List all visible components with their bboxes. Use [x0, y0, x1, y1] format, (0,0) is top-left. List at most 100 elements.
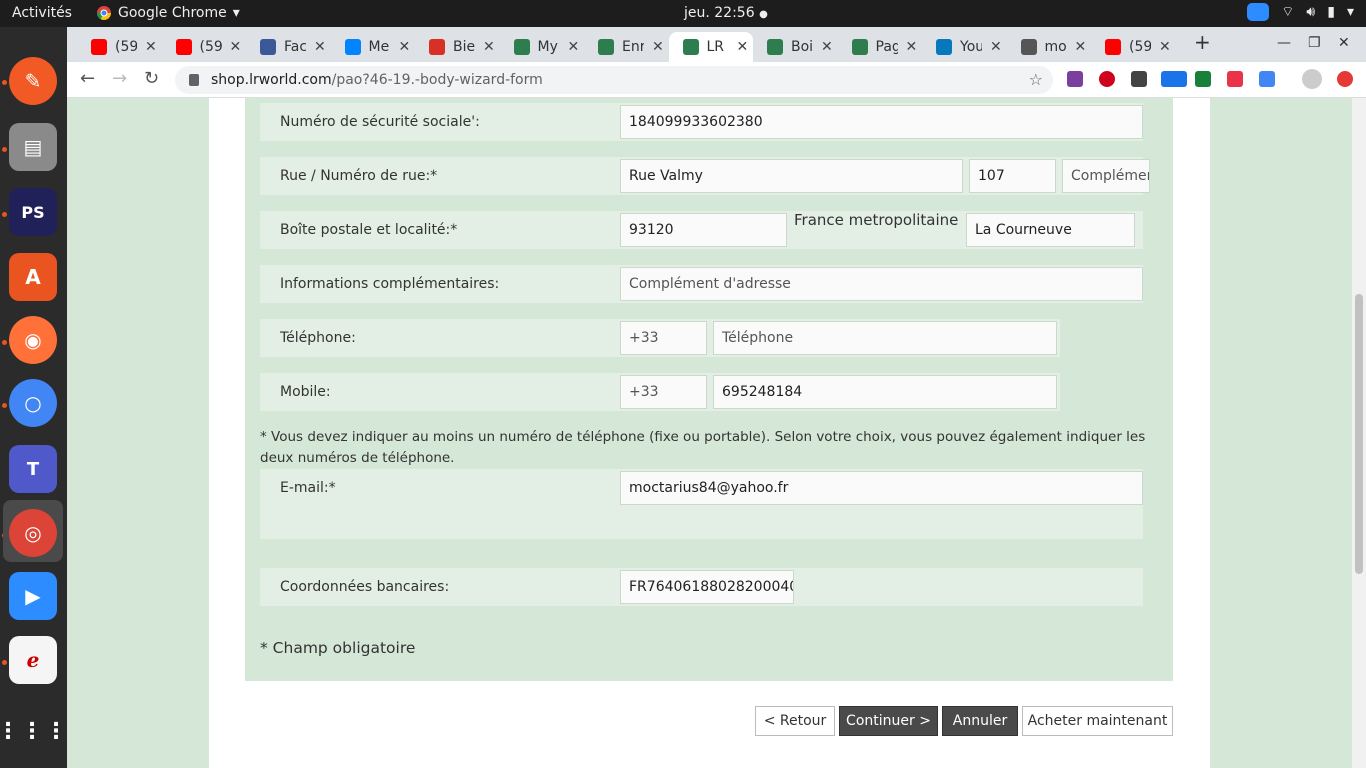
close-tab-icon[interactable]: ✕: [990, 39, 1002, 55]
app-menu[interactable]: Google Chrome ▾: [96, 5, 240, 21]
maximize-button[interactable]: ❐: [1308, 35, 1321, 51]
close-tab-icon[interactable]: ✕: [399, 39, 411, 55]
page-scrollbar[interactable]: [1352, 98, 1366, 768]
close-tab-icon[interactable]: ✕: [145, 39, 157, 55]
close-tab-icon[interactable]: ✕: [568, 39, 580, 55]
chevron-down-icon: ▾: [1346, 4, 1354, 20]
lr-icon: [767, 39, 783, 55]
browser-tab[interactable]: My ✕: [500, 32, 585, 62]
lr-icon: [598, 39, 614, 55]
close-tab-icon[interactable]: ✕: [230, 39, 242, 55]
postman-icon[interactable]: ✎: [9, 57, 57, 105]
close-tab-icon[interactable]: ✕: [906, 39, 918, 55]
document-viewer-icon[interactable]: ℯ: [9, 636, 57, 684]
phone-prefix-input[interactable]: +33: [620, 321, 707, 355]
extension-icon[interactable]: [1099, 71, 1115, 87]
browser-tab[interactable]: Me ✕: [331, 32, 416, 62]
star-icon[interactable]: ☆: [1029, 70, 1043, 89]
back-button[interactable]: < Retour: [755, 706, 835, 736]
forward-icon[interactable]: →: [112, 68, 127, 89]
chromium-icon[interactable]: ○: [9, 379, 57, 427]
wifi-icon: ⌔: [1281, 4, 1295, 20]
teams-icon[interactable]: T: [9, 445, 57, 493]
tab-title: Bie: [453, 39, 475, 55]
browser-tab[interactable]: Fac ✕: [246, 32, 331, 62]
required-note: * Champ obligatoire: [260, 639, 416, 657]
phone-input[interactable]: Téléphone: [713, 321, 1057, 355]
lr-icon: [851, 39, 868, 55]
chrome-dock-icon[interactable]: ◎: [9, 509, 57, 557]
close-tab-icon[interactable]: ✕: [821, 39, 833, 55]
back-icon[interactable]: ←: [80, 68, 95, 89]
browser-tab[interactable]: LR ✕: [668, 32, 753, 62]
phone-label: Téléphone:: [280, 330, 356, 346]
close-tab-icon[interactable]: ✕: [1075, 39, 1087, 55]
browser-tab[interactable]: (59 ✕: [1091, 32, 1176, 62]
extension-icon[interactable]: [1259, 71, 1275, 87]
facebook-icon: [260, 39, 276, 55]
zoom-tray-icon[interactable]: [1247, 3, 1270, 21]
browser-tab[interactable]: (59 ✕: [162, 32, 247, 62]
mobile-input[interactable]: 695248184: [713, 375, 1057, 409]
extension-icon[interactable]: [1195, 71, 1211, 87]
close-tab-icon[interactable]: ✕: [314, 39, 326, 55]
avatar[interactable]: [1302, 69, 1322, 89]
ssn-input[interactable]: 184099933602380: [620, 105, 1143, 139]
show-applications-icon[interactable]: ⋮⋮⋮: [0, 707, 67, 755]
url-host: shop.lrworld.com: [211, 72, 332, 88]
continue-button[interactable]: Continuer >: [839, 706, 938, 736]
street-input[interactable]: Rue Valmy: [620, 159, 963, 193]
browser-tab[interactable]: You ✕: [922, 32, 1007, 62]
browser-tab[interactable]: Pag ✕: [838, 32, 923, 62]
messenger-icon: [344, 39, 361, 55]
address-bar[interactable]: shop.lrworld.com/pao?46-19.-body-wizard-…: [175, 66, 1053, 94]
youtube-icon: [175, 39, 192, 55]
close-tab-icon[interactable]: ✕: [483, 39, 495, 55]
zip-input[interactable]: 93120: [620, 213, 787, 247]
postal-label: Boîte postale et localité:*: [280, 222, 458, 238]
mobile-prefix-input[interactable]: +33: [620, 375, 707, 409]
city-input[interactable]: La Courneuve: [966, 213, 1135, 247]
street-complement-input[interactable]: Complément: [1062, 159, 1150, 193]
street-number-input[interactable]: 107: [969, 159, 1056, 193]
browser-tab[interactable]: Boi ✕: [753, 32, 838, 62]
update-icon[interactable]: [1337, 71, 1353, 87]
tab-title: (59: [1129, 39, 1151, 55]
system-tray[interactable]: ⌔ 🔊︎ ▮ ▾: [1247, 3, 1354, 21]
running-indicator: [2, 340, 7, 345]
firefox-icon[interactable]: ◉: [9, 316, 57, 364]
bank-label: Coordonnées bancaires:: [280, 579, 450, 595]
minimize-button[interactable]: —: [1277, 35, 1291, 51]
close-tab-icon[interactable]: ✕: [1159, 39, 1171, 55]
reload-icon[interactable]: ↻: [144, 68, 159, 89]
running-indicator: [2, 403, 7, 408]
new-tab-button[interactable]: +: [1194, 30, 1211, 54]
activities-button[interactable]: Activités: [12, 5, 72, 21]
new-extension-icon[interactable]: [1161, 71, 1187, 87]
browser-tab[interactable]: (59 ✕: [77, 32, 162, 62]
clock[interactable]: jeu. 22:56 ●: [684, 5, 768, 21]
tab-title: Enr: [622, 39, 644, 55]
browser-tab[interactable]: mo ✕: [1007, 32, 1092, 62]
phpstorm-icon[interactable]: PS: [9, 188, 57, 236]
close-window-button[interactable]: ✕: [1338, 35, 1350, 51]
close-tab-icon[interactable]: ✕: [737, 39, 749, 55]
zoom-icon[interactable]: ▶: [9, 572, 57, 620]
bank-input[interactable]: FR7640618802820004089: [620, 570, 794, 604]
extension-icon[interactable]: [1067, 71, 1083, 87]
browser-tab[interactable]: Bie ✕: [415, 32, 500, 62]
bank-row: Coordonnées bancaires: FR764061880282000…: [260, 568, 1143, 606]
extra-info-input[interactable]: Complément d'adresse: [620, 267, 1143, 301]
scrollbar-thumb[interactable]: [1355, 294, 1363, 574]
buy-now-button[interactable]: Acheter maintenant: [1022, 706, 1173, 736]
eyedropper-icon[interactable]: [1131, 71, 1147, 87]
software-center-icon[interactable]: A: [9, 253, 57, 301]
cancel-button[interactable]: Annuler: [942, 706, 1018, 736]
tab-title: Me: [368, 39, 390, 55]
browser-tab[interactable]: Enr ✕: [584, 32, 669, 62]
extension-icon[interactable]: [1227, 71, 1243, 87]
close-tab-icon[interactable]: ✕: [652, 39, 664, 55]
file-manager-icon[interactable]: ▤: [9, 123, 57, 171]
email-input[interactable]: moctarius84@yahoo.fr: [620, 471, 1143, 505]
running-indicator: [2, 80, 7, 85]
